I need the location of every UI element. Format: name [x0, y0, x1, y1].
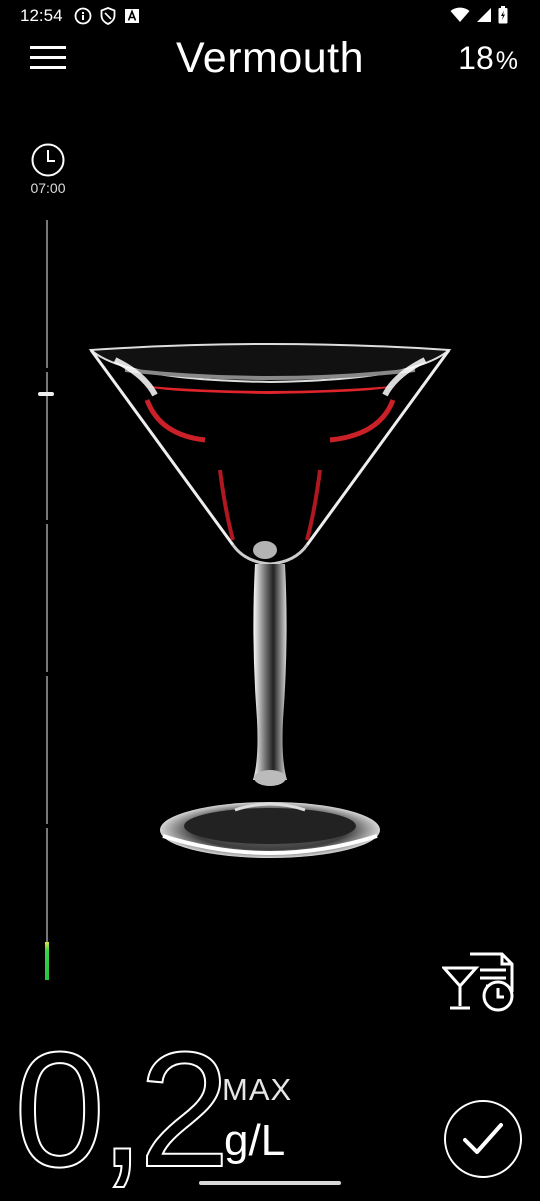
timeline-slider[interactable]	[38, 220, 54, 980]
battery-icon	[498, 6, 508, 24]
wifi-icon	[450, 7, 470, 22]
font-app-icon	[125, 9, 139, 23]
drink-history-icon	[440, 952, 514, 1012]
checkmark-icon	[463, 1123, 503, 1154]
info-icon	[74, 7, 92, 25]
shield-icon	[100, 7, 116, 25]
alcohol-reading: 0,2 MAX g/L	[13, 1018, 291, 1201]
reading-value: 0,2	[13, 1018, 231, 1201]
status-time: 12:54	[20, 6, 63, 25]
alcohol-level-bar	[45, 942, 49, 980]
clock-time-label: 07:00	[30, 180, 66, 196]
start-time[interactable]: 07:00	[26, 142, 70, 196]
cellular-signal-icon	[477, 8, 491, 22]
clock-icon	[31, 143, 65, 177]
reading-max-label: MAX	[222, 1072, 293, 1107]
reading-unit: g/L	[224, 1116, 286, 1165]
status-icons-left	[74, 7, 140, 25]
confirm-button[interactable]	[444, 1100, 522, 1178]
timeline-handle[interactable]	[38, 392, 54, 396]
abv-unit: %	[495, 47, 518, 75]
status-icons-right	[450, 6, 508, 24]
abv-value: 18	[458, 40, 494, 76]
app-bar: Vermouth 18%	[0, 32, 540, 88]
drink-history-button[interactable]	[440, 948, 516, 1014]
status-bar: 12:54	[0, 0, 540, 32]
abv-indicator: 18%	[458, 40, 518, 77]
martini-glass-illustration	[88, 343, 452, 858]
gesture-nav-handle[interactable]	[199, 1181, 341, 1185]
